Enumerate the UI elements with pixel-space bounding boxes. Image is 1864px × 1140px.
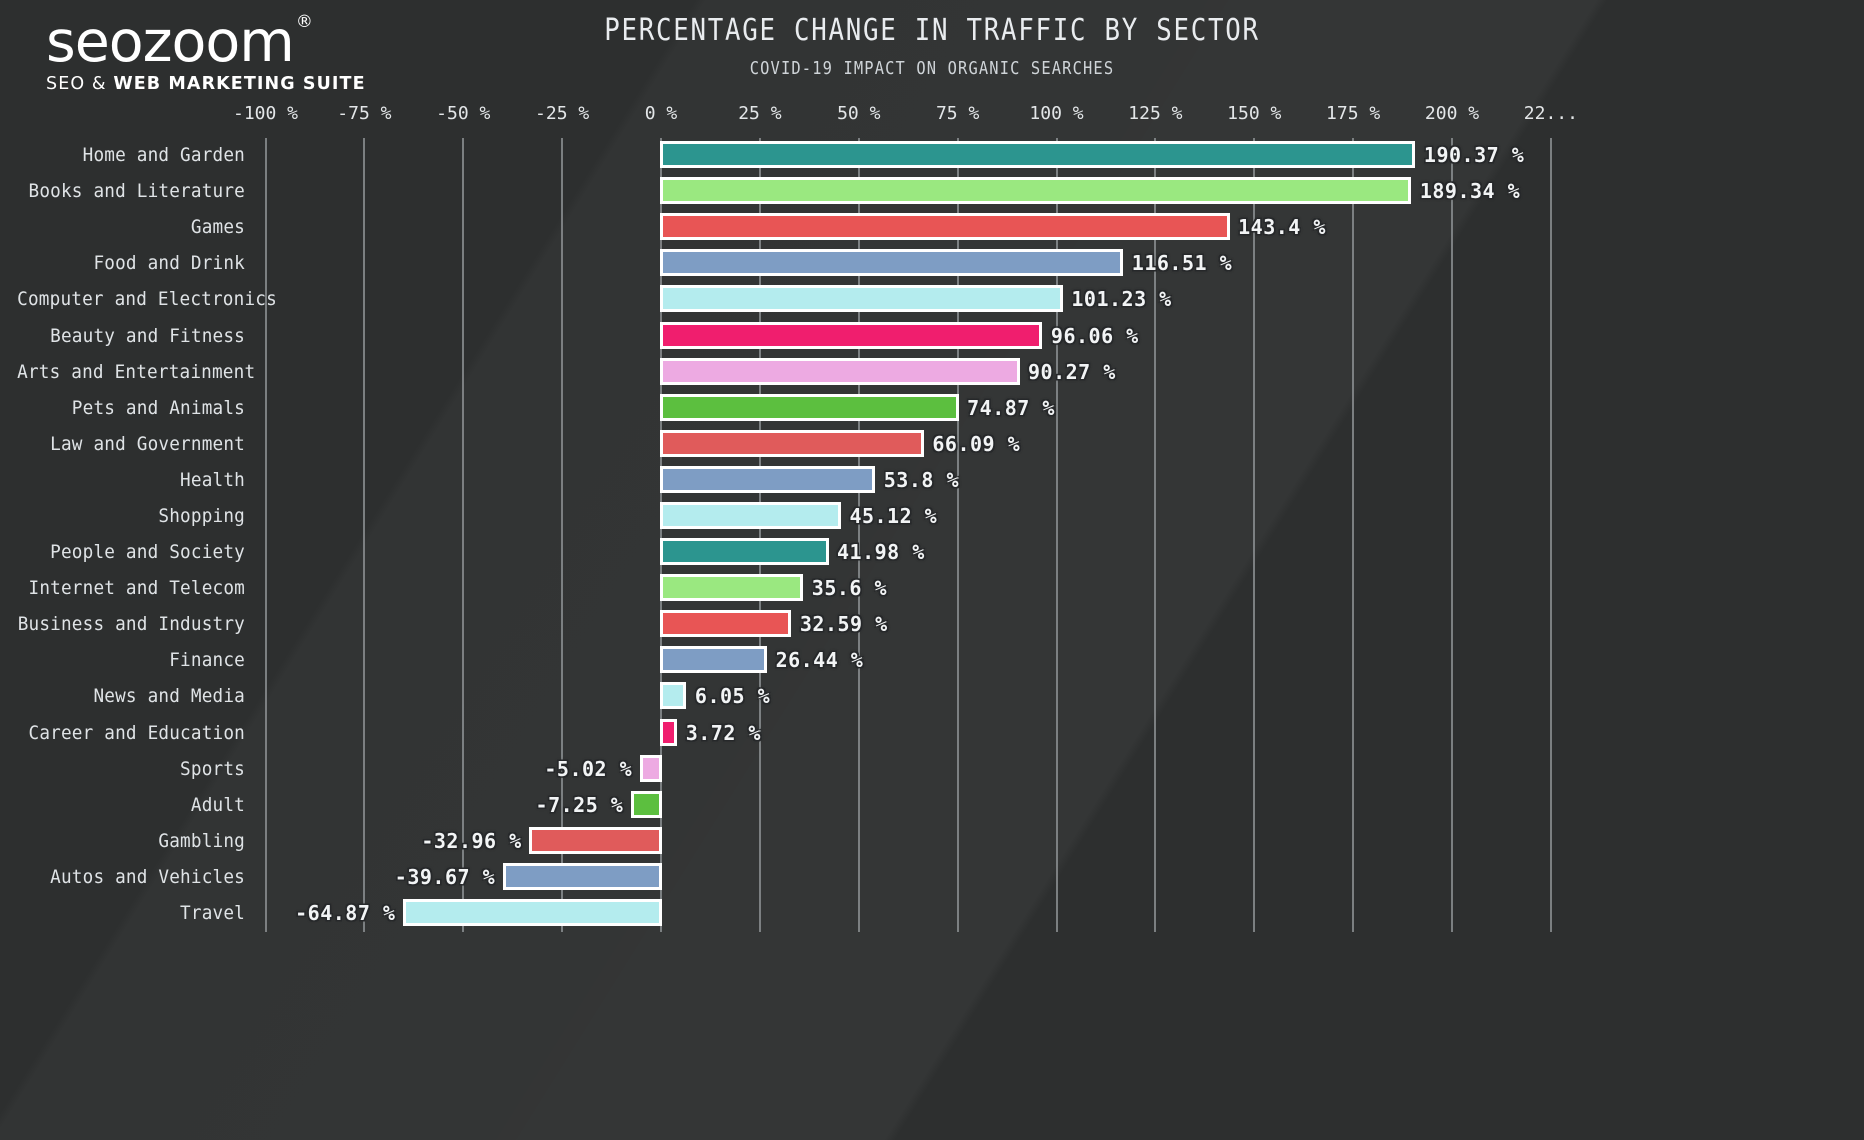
bar[interactable] xyxy=(659,646,768,674)
bar[interactable] xyxy=(659,357,1020,385)
bar[interactable] xyxy=(659,718,678,746)
bar[interactable] xyxy=(659,610,792,638)
category-label: Internet and Telecom xyxy=(28,577,246,600)
bar[interactable] xyxy=(659,285,1063,313)
bar[interactable] xyxy=(502,862,663,890)
category-label: Books and Literature xyxy=(28,180,246,203)
bar-value-label: 53.8 % xyxy=(883,467,960,492)
bar[interactable] xyxy=(402,898,663,926)
category-label: News and Media xyxy=(93,685,246,708)
x-tick-label-9: 125 % xyxy=(1128,103,1183,124)
bar[interactable] xyxy=(659,141,1416,169)
bar-value-label: 101.23 % xyxy=(1071,287,1172,312)
category-label: Travel xyxy=(180,901,245,924)
category-label: Finance xyxy=(169,649,245,672)
bar[interactable] xyxy=(659,177,1412,205)
bar-value-label: 190.37 % xyxy=(1423,143,1525,168)
x-tick-label-8: 100 % xyxy=(1029,103,1084,124)
category-label: Games xyxy=(190,216,245,239)
bar-value-label: -5.02 % xyxy=(544,756,633,781)
bar-value-label: 90.27 % xyxy=(1028,359,1116,384)
bar-value-label: -32.96 % xyxy=(421,828,522,853)
bar-value-label: 66.09 % xyxy=(932,431,1021,456)
bar-value-label: -64.87 % xyxy=(295,900,396,925)
bar[interactable] xyxy=(659,321,1043,349)
logo-tagline-light: SEO & xyxy=(46,74,107,94)
bar-value-label: 96.06 % xyxy=(1050,323,1139,348)
x-tick-label-2: -50 % xyxy=(436,103,491,124)
bar-value-label: 143.4 % xyxy=(1238,215,1326,240)
x-tick-label-12: 200 % xyxy=(1424,103,1480,124)
registered-trademark-icon: ® xyxy=(295,12,313,32)
category-label: Adult xyxy=(190,793,245,816)
bar[interactable] xyxy=(659,501,841,529)
category-label: Beauty and Fitness xyxy=(50,324,245,347)
bar-value-label: 41.98 % xyxy=(837,540,925,565)
x-tick-label-0: -100 % xyxy=(232,103,299,124)
bar-value-label: 45.12 % xyxy=(849,503,938,528)
logo-tagline: SEO & WEB MARKETING SUITE xyxy=(46,73,366,95)
bar[interactable] xyxy=(659,249,1124,277)
chart-title: PERCENTAGE CHANGE IN TRAFFIC BY SECTOR xyxy=(604,13,1260,48)
x-tick-label-5: 25 % xyxy=(738,103,782,124)
x-tick-label-3: -25 % xyxy=(535,103,590,124)
bar-value-label: -39.67 % xyxy=(394,864,496,889)
category-label: Shopping xyxy=(158,504,245,527)
bar-value-label: 6.05 % xyxy=(694,684,771,709)
x-tick-label-13: 22... xyxy=(1523,103,1578,124)
bar[interactable] xyxy=(659,393,959,421)
category-label: Business and Industry xyxy=(17,613,245,636)
chart-canvas: seozoom ® SEO & WEB MARKETING SUITE PERCE… xyxy=(0,0,1864,1140)
bar-value-label: 26.44 % xyxy=(775,648,864,673)
bar[interactable] xyxy=(529,826,663,854)
x-tick-label-6: 50 % xyxy=(837,103,881,124)
bar-rows: Home and Garden 190.37 % Books and Literat… xyxy=(0,138,1864,932)
bar-value-label: 35.6 % xyxy=(811,576,888,601)
bar[interactable] xyxy=(659,465,876,493)
bar-value-label: 3.72 % xyxy=(685,720,761,745)
x-tick-label-11: 175 % xyxy=(1326,103,1381,124)
bar-value-label: 116.51 % xyxy=(1131,251,1233,276)
bar[interactable] xyxy=(659,574,804,602)
bar-value-label: 74.87 % xyxy=(967,395,1055,420)
category-label: Pets and Animals xyxy=(71,396,245,419)
seozoom-logo: seozoom ® SEO & WEB MARKETING SUITE xyxy=(46,12,366,95)
category-label: Career and Education xyxy=(28,721,246,744)
x-axis: -100 % -75 % -50 % -25 % 0 % 25 % 50 % 75 % 100 … xyxy=(0,103,1864,131)
category-label: Arts and Entertainment xyxy=(17,360,256,383)
logo-word-text: seozoom xyxy=(46,9,295,75)
x-tick-label-4: 0 % xyxy=(644,103,678,124)
bar[interactable] xyxy=(659,429,924,457)
logo-wordmark: seozoom ® xyxy=(46,9,313,75)
bar-value-label: -7.25 % xyxy=(535,792,624,817)
category-label: People and Society xyxy=(50,541,245,564)
category-label: Autos and Vehicles xyxy=(50,865,245,888)
bar[interactable] xyxy=(639,754,663,782)
category-label: Home and Garden xyxy=(82,144,245,167)
bar-value-label: 189.34 % xyxy=(1419,179,1521,204)
bar[interactable] xyxy=(630,790,663,818)
category-label: Food and Drink xyxy=(93,252,246,275)
category-label: Sports xyxy=(180,757,245,780)
bar-value-label: 32.59 % xyxy=(799,612,888,637)
bar[interactable] xyxy=(659,682,687,710)
category-label: Gambling xyxy=(158,829,245,852)
x-tick-label-10: 150 % xyxy=(1227,103,1282,124)
category-label: Computer and Electronics xyxy=(17,288,277,311)
category-label: Health xyxy=(180,468,245,491)
bar[interactable] xyxy=(659,538,829,566)
logo-tagline-bold: WEB MARKETING SUITE xyxy=(113,74,366,94)
x-tick-label-7: 75 % xyxy=(935,103,980,124)
category-label: Law and Government xyxy=(50,432,245,455)
x-tick-label-1: -75 % xyxy=(337,103,392,124)
bar[interactable] xyxy=(659,213,1230,241)
